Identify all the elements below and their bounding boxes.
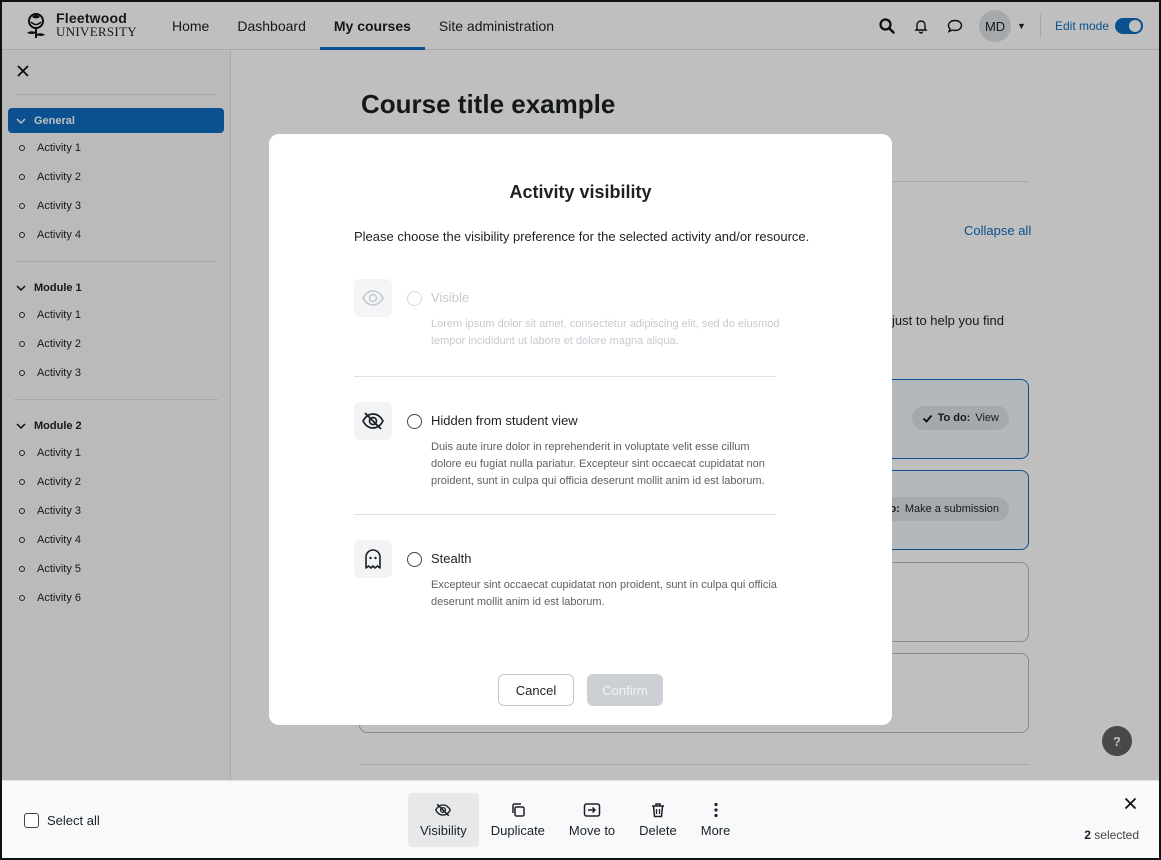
option-description: Duis aute irure dolor in reprehenderit i…: [431, 441, 765, 487]
action-label: More: [700, 823, 731, 838]
copy-icon: [512, 803, 525, 817]
option-stealth[interactable]: Stealth Excepteur sint occaecat cupidata…: [354, 540, 777, 620]
option-divider: [354, 376, 776, 377]
action-label: Delete: [639, 823, 677, 838]
move-icon: [583, 803, 601, 817]
option-description: Excepteur sint occaecat cupidatat non pr…: [431, 579, 777, 608]
more-icon: [713, 802, 718, 818]
modal-title: Activity visibility: [509, 182, 652, 202]
select-all-label: Select all: [47, 813, 100, 828]
confirm-button[interactable]: Confirm: [587, 674, 663, 706]
bulk-actions: Visibility Duplicate Move to Delete More: [408, 793, 742, 847]
option-hidden[interactable]: Hidden from student view Duis aute irure…: [354, 402, 776, 502]
trash-icon: [651, 803, 664, 818]
duplicate-button[interactable]: Duplicate: [479, 793, 557, 847]
ghost-icon: [354, 540, 392, 578]
option-label: Hidden from student view: [431, 413, 578, 428]
stealth-radio[interactable]: [407, 552, 422, 567]
cancel-button[interactable]: Cancel: [498, 674, 574, 706]
hidden-radio[interactable]: [407, 414, 422, 429]
select-all-checkbox[interactable]: [24, 813, 39, 828]
action-label: Move to: [568, 823, 616, 838]
modal-description: Please choose the visibility preference …: [354, 229, 810, 244]
eye-slash-icon: [354, 402, 392, 440]
selected-suffix: selected: [1090, 828, 1139, 842]
delete-button[interactable]: Delete: [627, 793, 689, 847]
close-bulk-edit-icon[interactable]: [1124, 797, 1137, 815]
option-description: Lorem ipsum dolor sit amet, consectetur …: [431, 318, 780, 347]
visible-radio: [407, 291, 422, 306]
more-button[interactable]: More: [689, 793, 743, 847]
eye-slash-icon: [435, 803, 452, 817]
option-divider: [354, 514, 776, 515]
select-all-control[interactable]: Select all: [24, 813, 100, 828]
move-to-button[interactable]: Move to: [557, 793, 627, 847]
option-label: Stealth: [431, 551, 472, 566]
action-label: Visibility: [420, 823, 467, 838]
visibility-button[interactable]: Visibility: [408, 793, 479, 847]
activity-visibility-modal: Activity visibility Please choose the vi…: [269, 134, 892, 725]
eye-icon: [354, 279, 392, 317]
selected-count: 2 selected: [1084, 828, 1139, 842]
option-label: Visible: [431, 290, 470, 305]
option-visible: Visible Lorem ipsum dolor sit amet, cons…: [354, 279, 780, 359]
selected-number: 2: [1084, 828, 1091, 842]
action-label: Duplicate: [490, 823, 545, 838]
bulk-edit-toolbar: Select all Visibility Duplicate Move to …: [2, 780, 1159, 858]
